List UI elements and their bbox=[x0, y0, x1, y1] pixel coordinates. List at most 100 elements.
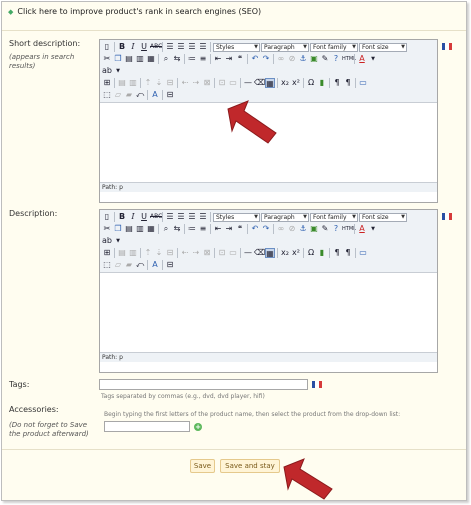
move-forward-icon[interactable]: ▱ bbox=[113, 260, 123, 270]
replace-icon[interactable]: ⇆ bbox=[172, 224, 182, 234]
special-char-icon[interactable]: Ω bbox=[306, 78, 316, 88]
image-icon[interactable]: ▣ bbox=[309, 224, 319, 234]
style-props-icon[interactable]: A bbox=[150, 260, 160, 270]
table-icon[interactable]: ⊞ bbox=[102, 248, 112, 258]
cell-props-icon[interactable]: ▥ bbox=[128, 248, 138, 258]
find-icon[interactable]: ⌕ bbox=[161, 54, 171, 64]
underline-icon[interactable]: U bbox=[139, 212, 149, 222]
html-source-icon[interactable]: HTML bbox=[342, 54, 356, 64]
superscript-icon[interactable]: x² bbox=[291, 248, 301, 258]
replace-icon[interactable]: ⇆ bbox=[172, 54, 182, 64]
strikethrough-icon[interactable]: ABC bbox=[150, 212, 162, 222]
french-flag-icon[interactable] bbox=[442, 213, 452, 220]
seo-link[interactable]: ◆ Click here to improve product's rank in… bbox=[8, 7, 466, 16]
insert-row-before-icon[interactable]: ⇡ bbox=[143, 248, 153, 258]
delete-row-icon[interactable]: ⊟ bbox=[165, 248, 175, 258]
text-color-icon[interactable]: A bbox=[357, 224, 367, 234]
highlight-color-icon[interactable]: ab bbox=[102, 66, 112, 76]
move-forward-icon[interactable]: ▱ bbox=[113, 90, 123, 100]
add-accessory-icon[interactable]: + bbox=[194, 423, 202, 431]
bold-icon[interactable]: B bbox=[117, 212, 127, 222]
align-center-icon[interactable]: ☰ bbox=[176, 42, 186, 52]
html-source-icon[interactable]: HTML bbox=[342, 224, 356, 234]
undo-icon[interactable]: ↶ bbox=[250, 224, 260, 234]
move-backward-icon[interactable]: ▰ bbox=[124, 260, 134, 270]
styles-dropdown[interactable]: Styles ▼ bbox=[213, 42, 260, 52]
cleanup-icon[interactable]: ✎ bbox=[320, 224, 330, 234]
align-left-icon[interactable]: ☰ bbox=[165, 212, 175, 222]
cleanup-icon[interactable]: ✎ bbox=[320, 54, 330, 64]
accessories-input[interactable] bbox=[104, 421, 190, 432]
bullet-list-icon[interactable]: ≔ bbox=[187, 224, 197, 234]
fullscreen-icon[interactable]: ▭ bbox=[358, 248, 368, 258]
media-icon[interactable]: ▮ bbox=[317, 78, 327, 88]
media-icon[interactable]: ▮ bbox=[317, 248, 327, 258]
chevron-down-icon[interactable]: ▼ bbox=[113, 236, 123, 246]
anchor-icon[interactable]: ⚓ bbox=[298, 54, 308, 64]
blockquote-icon[interactable]: ❝ bbox=[235, 54, 245, 64]
link-icon[interactable]: ∞ bbox=[276, 54, 286, 64]
redo-icon[interactable]: ↷ bbox=[261, 54, 271, 64]
table-icon[interactable]: ⊞ bbox=[102, 78, 112, 88]
font-size-dropdown[interactable]: Font size ▼ bbox=[359, 42, 407, 52]
insert-col-before-icon[interactable]: ⇠ bbox=[180, 248, 190, 258]
chevron-down-icon[interactable]: ▼ bbox=[368, 54, 378, 64]
highlight-color-icon[interactable]: ab bbox=[102, 236, 112, 246]
unlink-icon[interactable]: ⊘ bbox=[287, 224, 297, 234]
special-char-icon[interactable]: Ω bbox=[306, 248, 316, 258]
insert-row-after-icon[interactable]: ⇣ bbox=[154, 78, 164, 88]
subscript-icon[interactable]: x₂ bbox=[280, 248, 290, 258]
style-props-icon[interactable]: A bbox=[150, 90, 160, 100]
fullscreen-icon[interactable]: ▭ bbox=[358, 78, 368, 88]
visual-aid-icon[interactable]: ▦ bbox=[265, 248, 275, 258]
split-cells-icon[interactable]: ⊡ bbox=[217, 248, 227, 258]
numbered-list-icon[interactable]: ≡ bbox=[198, 54, 208, 64]
paste-icon[interactable]: ▤ bbox=[124, 54, 134, 64]
align-center-icon[interactable]: ☰ bbox=[176, 212, 186, 222]
seo-link-text[interactable]: Click here to improve product's rank in … bbox=[17, 7, 261, 16]
cell-props-icon[interactable]: ▥ bbox=[128, 78, 138, 88]
outdent-icon[interactable]: ⇤ bbox=[213, 224, 223, 234]
split-cells-icon[interactable]: ⊡ bbox=[217, 78, 227, 88]
paste-word-icon[interactable]: ▦ bbox=[146, 224, 156, 234]
description-editor[interactable]: ▯ B I U ABC ☰ ☰ ☰ ☰ Styles ▼ Paragraph ▼ F… bbox=[99, 209, 438, 373]
outdent-icon[interactable]: ⇤ bbox=[213, 54, 223, 64]
redo-icon[interactable]: ↷ bbox=[261, 224, 271, 234]
cut-icon[interactable]: ✂ bbox=[102, 54, 112, 64]
italic-icon[interactable]: I bbox=[128, 212, 138, 222]
absolute-position-icon[interactable]: ⤺ bbox=[135, 260, 145, 270]
remove-format-icon[interactable]: ⌫ bbox=[254, 248, 265, 258]
save-button[interactable]: Save bbox=[190, 459, 215, 473]
french-flag-icon[interactable] bbox=[442, 43, 452, 50]
link-icon[interactable]: ∞ bbox=[276, 224, 286, 234]
copy-icon[interactable]: ❐ bbox=[113, 54, 123, 64]
anchor-icon[interactable]: ⚓ bbox=[298, 224, 308, 234]
help-icon[interactable]: ? bbox=[331, 224, 341, 234]
paragraph-dropdown[interactable]: Paragraph ▼ bbox=[261, 42, 309, 52]
merge-cells-icon[interactable]: ▭ bbox=[228, 248, 238, 258]
insert-col-after-icon[interactable]: ⇢ bbox=[191, 78, 201, 88]
insert-col-after-icon[interactable]: ⇢ bbox=[191, 248, 201, 258]
paste-word-icon[interactable]: ▦ bbox=[146, 54, 156, 64]
row-props-icon[interactable]: ▤ bbox=[117, 248, 127, 258]
row-props-icon[interactable]: ▤ bbox=[117, 78, 127, 88]
unlink-icon[interactable]: ⊘ bbox=[287, 54, 297, 64]
new-document-icon[interactable]: ▯ bbox=[102, 42, 112, 52]
find-icon[interactable]: ⌕ bbox=[161, 224, 171, 234]
subscript-icon[interactable]: x₂ bbox=[280, 78, 290, 88]
bold-icon[interactable]: B bbox=[117, 42, 127, 52]
visual-aid-icon[interactable]: ▦ bbox=[265, 78, 275, 88]
new-document-icon[interactable]: ▯ bbox=[102, 212, 112, 222]
underline-icon[interactable]: U bbox=[139, 42, 149, 52]
align-right-icon[interactable]: ☰ bbox=[187, 212, 197, 222]
align-left-icon[interactable]: ☰ bbox=[165, 42, 175, 52]
tags-input[interactable] bbox=[99, 379, 308, 390]
cut-icon[interactable]: ✂ bbox=[102, 224, 112, 234]
remove-format-icon[interactable]: ⌫ bbox=[254, 78, 265, 88]
delete-col-icon[interactable]: ⊠ bbox=[202, 248, 212, 258]
horizontal-rule-icon[interactable]: — bbox=[243, 248, 253, 258]
rtl-icon[interactable]: ¶ bbox=[343, 78, 353, 88]
font-family-dropdown[interactable]: Font family ▼ bbox=[310, 212, 358, 222]
insert-row-before-icon[interactable]: ⇡ bbox=[143, 78, 153, 88]
align-justify-icon[interactable]: ☰ bbox=[198, 42, 208, 52]
